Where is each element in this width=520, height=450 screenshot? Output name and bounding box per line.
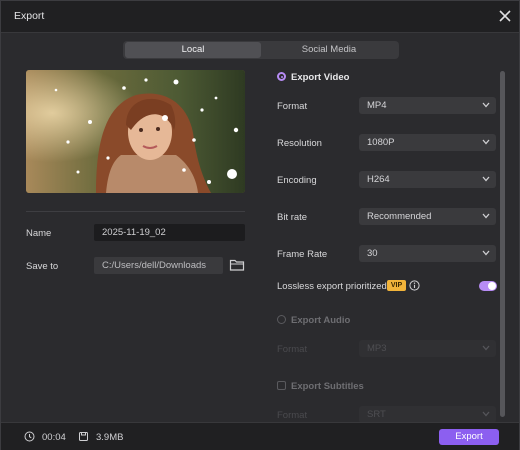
format-value: MP4 bbox=[367, 100, 387, 111]
chevron-down-icon bbox=[482, 102, 490, 108]
export-subtitles-checkbox[interactable] bbox=[277, 381, 286, 390]
dialog-title: Export bbox=[14, 10, 45, 22]
video-preview-thumbnail bbox=[26, 70, 245, 193]
export-video-radio[interactable] bbox=[277, 72, 286, 81]
folder-icon[interactable] bbox=[229, 258, 245, 272]
lossless-toggle[interactable] bbox=[479, 281, 497, 291]
chevron-down-icon bbox=[482, 176, 490, 182]
duration-text: 00:04 bbox=[42, 432, 66, 443]
title-bar: Export bbox=[1, 1, 519, 33]
chevron-down-icon bbox=[482, 345, 490, 351]
encoding-value: H264 bbox=[367, 174, 390, 185]
frame-rate-value: 30 bbox=[367, 248, 378, 259]
export-audio-radio[interactable] bbox=[277, 315, 286, 324]
encoding-select[interactable]: H264 bbox=[359, 171, 496, 188]
bit-rate-select[interactable]: Recommended bbox=[359, 208, 496, 225]
subtitle-format-select[interactable]: SRT bbox=[359, 406, 496, 423]
subtitle-format-label: Format bbox=[277, 410, 308, 421]
chevron-down-icon bbox=[482, 411, 490, 417]
export-button[interactable]: Export bbox=[439, 429, 499, 445]
file-size-text: 3.9MB bbox=[96, 432, 124, 443]
export-dialog: Export Local Social Media Name 2025-11-1… bbox=[0, 0, 520, 450]
resolution-value: 1080P bbox=[367, 137, 395, 148]
vip-badge: VIP bbox=[387, 280, 406, 291]
save-path-field[interactable]: C:/Users/dell/Downloads bbox=[94, 257, 223, 274]
tab-social-media[interactable]: Social Media bbox=[261, 42, 397, 58]
lossless-label: Lossless export prioritized bbox=[277, 281, 387, 292]
save-to-label: Save to bbox=[26, 261, 59, 272]
tab-local[interactable]: Local bbox=[125, 42, 261, 58]
export-audio-heading: Export Audio bbox=[291, 315, 351, 326]
name-label: Name bbox=[26, 228, 52, 239]
file-size-icon bbox=[79, 432, 88, 441]
chevron-down-icon bbox=[482, 213, 490, 219]
close-icon[interactable] bbox=[495, 6, 515, 26]
audio-format-value: MP3 bbox=[367, 343, 387, 354]
encoding-label: Encoding bbox=[277, 175, 317, 186]
audio-format-select[interactable]: MP3 bbox=[359, 340, 496, 357]
bit-rate-value: Recommended bbox=[367, 211, 432, 222]
export-subtitles-heading: Export Subtitles bbox=[291, 381, 364, 392]
resolution-label: Resolution bbox=[277, 138, 322, 149]
resolution-select[interactable]: 1080P bbox=[359, 134, 496, 151]
footer-bar: 00:04 3.9MB Export bbox=[1, 422, 519, 450]
chevron-down-icon bbox=[482, 139, 490, 145]
bit-rate-label: Bit rate bbox=[277, 212, 308, 223]
format-label: Format bbox=[277, 101, 308, 112]
frame-rate-label: Frame Rate bbox=[277, 249, 328, 260]
chevron-down-icon bbox=[482, 250, 490, 256]
subtitle-format-value: SRT bbox=[367, 409, 386, 420]
export-video-heading: Export Video bbox=[291, 72, 350, 83]
audio-format-label: Format bbox=[277, 344, 308, 355]
settings-scrollbar[interactable] bbox=[500, 71, 505, 417]
scrollbar-thumb[interactable] bbox=[500, 71, 505, 417]
name-input[interactable]: 2025-11-19_02 bbox=[94, 224, 245, 241]
frame-rate-select[interactable]: 30 bbox=[359, 245, 496, 262]
clock-icon bbox=[24, 431, 35, 442]
format-select[interactable]: MP4 bbox=[359, 97, 496, 114]
info-icon[interactable] bbox=[409, 280, 420, 291]
divider bbox=[26, 211, 245, 212]
export-tabs: Local Social Media bbox=[123, 41, 399, 59]
